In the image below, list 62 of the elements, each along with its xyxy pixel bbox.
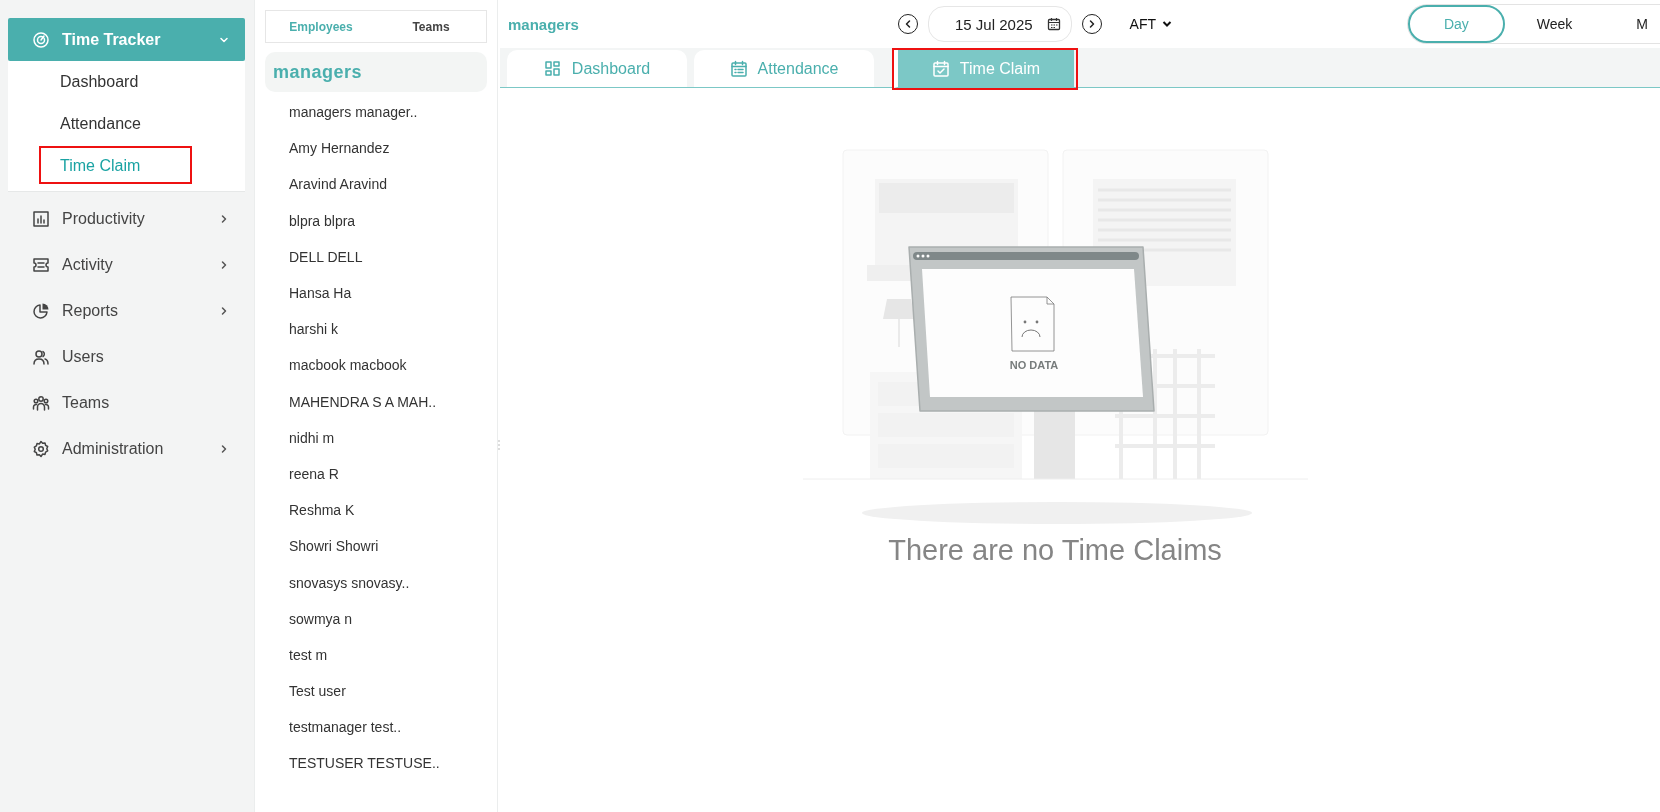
nav-label: Users bbox=[62, 348, 105, 366]
nav-label: Productivity bbox=[62, 210, 146, 228]
date-value: 15 Jul 2025 bbox=[955, 15, 1033, 33]
timezone-dropdown[interactable]: AFT bbox=[1123, 15, 1179, 33]
calendar-list-icon bbox=[729, 59, 748, 78]
employee-item[interactable]: reena R bbox=[265, 455, 487, 493]
calendar-check-icon bbox=[931, 59, 950, 78]
calendar-icon bbox=[1046, 17, 1061, 31]
team-icon bbox=[32, 394, 50, 412]
employee-item[interactable]: Showri Showri bbox=[265, 528, 487, 565]
chevron-right-icon bbox=[219, 214, 229, 224]
nav-label: Administration bbox=[62, 440, 165, 458]
stopwatch-icon bbox=[32, 30, 50, 49]
employee-item[interactable]: Aravind Aravind bbox=[265, 166, 487, 203]
employee-item[interactable]: sowmya n bbox=[265, 600, 487, 637]
nav-item[interactable]: Reports bbox=[8, 288, 245, 334]
employee-item[interactable]: test m bbox=[265, 636, 487, 673]
nav-label: Reports bbox=[62, 302, 120, 320]
employee-item[interactable]: Amy Hernandez bbox=[265, 130, 487, 167]
nav-item[interactable]: Users bbox=[8, 334, 245, 380]
nav-label: Teams bbox=[62, 394, 111, 412]
chevron-right-icon bbox=[219, 306, 229, 316]
empty-message: There are no Time Claims bbox=[888, 534, 1222, 567]
employee-item[interactable]: Hansa Ha bbox=[265, 274, 487, 312]
employee-item[interactable]: snovasys snovasy.. bbox=[265, 564, 487, 601]
users-icon bbox=[32, 348, 50, 366]
period-button[interactable]: M bbox=[1604, 5, 1660, 43]
page-title: managers bbox=[508, 15, 580, 33]
caret-down-icon bbox=[1162, 19, 1173, 29]
employee-item[interactable]: harshi k bbox=[265, 311, 487, 348]
ticket-icon bbox=[32, 256, 50, 274]
period-button[interactable]: Week bbox=[1504, 5, 1605, 43]
nav-item[interactable]: Activity bbox=[8, 242, 245, 288]
nav-item[interactable]: Administration bbox=[8, 426, 245, 472]
gear-icon bbox=[32, 440, 50, 458]
chevron-left-icon bbox=[903, 19, 913, 29]
nav-label: Time Tracker bbox=[62, 30, 162, 49]
nav-label: Activity bbox=[62, 256, 114, 274]
resize-handle[interactable] bbox=[498, 440, 503, 450]
bar-chart-icon bbox=[32, 210, 50, 228]
submenu-item[interactable]: Dashboard bbox=[8, 61, 245, 103]
chevron-right-icon bbox=[219, 260, 229, 270]
next-button[interactable] bbox=[1081, 14, 1102, 34]
nav-item[interactable]: Teams bbox=[8, 380, 245, 426]
employee-item[interactable]: macbook macbook bbox=[265, 347, 487, 384]
employee-item[interactable]: TESTUSER TESTUSE.. bbox=[265, 745, 487, 782]
employee-item[interactable]: Test user bbox=[265, 673, 487, 710]
employee-item[interactable]: Reshma K bbox=[265, 492, 487, 529]
submenu-item[interactable]: Attendance bbox=[8, 103, 245, 145]
dashboard-icon bbox=[543, 59, 562, 78]
employee-item[interactable]: managers manager.. bbox=[265, 94, 487, 131]
employee-item[interactable]: DELL DELL bbox=[265, 238, 487, 275]
employee-item[interactable]: nidhi m bbox=[265, 419, 487, 456]
illustration-label: NO DATA bbox=[1009, 359, 1058, 371]
employee-item[interactable]: blpra blpra bbox=[265, 202, 487, 239]
employee-item[interactable]: testmanager test.. bbox=[265, 709, 487, 746]
employee-item[interactable]: MAHENDRA S A MAH.. bbox=[265, 383, 487, 420]
chevron-right-icon bbox=[219, 444, 229, 454]
date-field[interactable]: 15 Jul 2025 bbox=[928, 6, 1072, 42]
previous-button[interactable] bbox=[898, 14, 918, 34]
pie-chart-icon bbox=[32, 302, 50, 320]
nav-item[interactable]: Productivity bbox=[8, 196, 245, 242]
